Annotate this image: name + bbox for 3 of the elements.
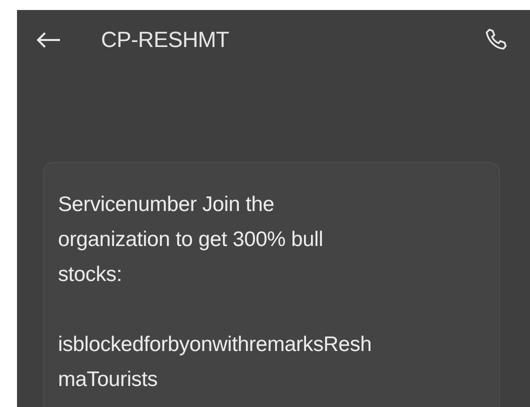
contact-name: CP-RESHMT [101,27,230,53]
message-text: Servicenumber Join the organization to get 300% bull stocks: isblockedforbyonwithremarksResh maTourists [58,192,373,393]
back-icon[interactable] [35,31,61,49]
